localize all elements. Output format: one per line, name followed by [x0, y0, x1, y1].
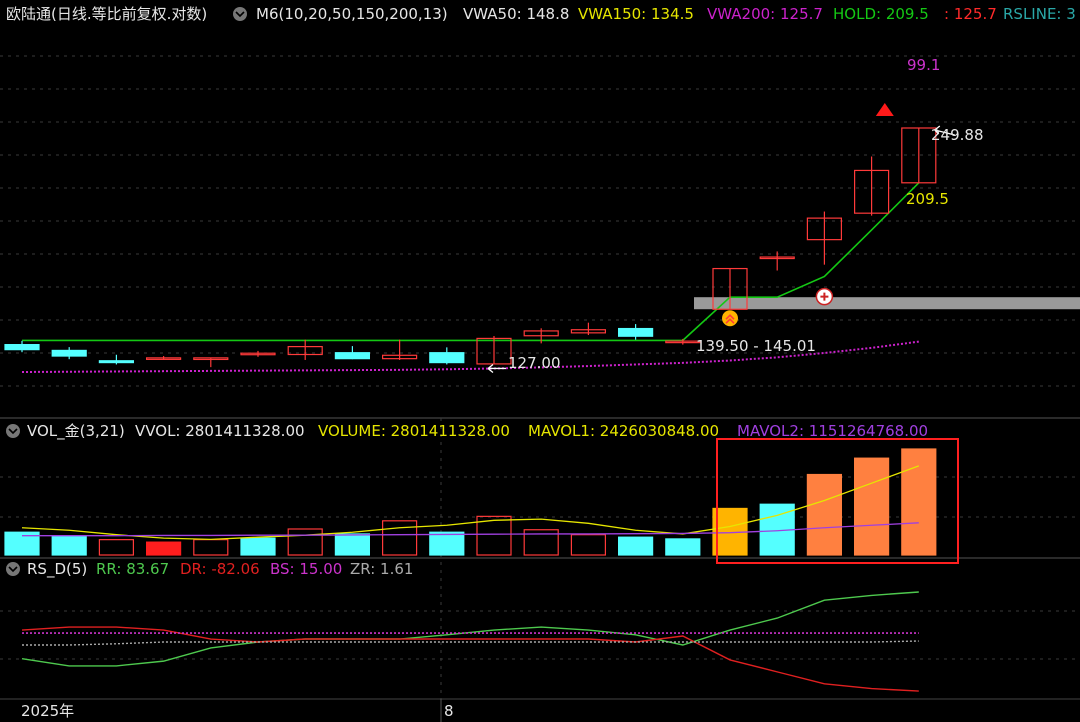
volume-bar: [193, 539, 229, 556]
volume-bar: [665, 538, 701, 556]
x-axis-label-year: 2025年: [21, 702, 74, 720]
zone-range-label: 139.50 - 145.01: [696, 337, 816, 355]
vwa50-value: VWA50: 148.8: [463, 5, 569, 23]
price-panel-header: 欧陆通(日线.等比前复权.对数) M6(10,20,50,150,200,13)…: [6, 5, 1076, 23]
rs-plot: [21, 591, 919, 692]
volume-bar: [146, 541, 182, 556]
grid-lines: [0, 55, 1080, 699]
volume-bar: [98, 539, 135, 556]
bs-value: BS: 15.00: [270, 560, 342, 578]
high-price-label: 249.88: [931, 126, 984, 144]
arrow-icon: [487, 363, 506, 373]
volume-bar: [570, 534, 607, 556]
low-price-label: 127.00: [508, 354, 561, 372]
dr-value: DR: -82.06: [180, 560, 260, 578]
candle-body: [4, 344, 40, 351]
price-plot: [4, 103, 1080, 373]
volume-bar: [853, 457, 890, 556]
volume-value: VOLUME: 2801411328.00: [318, 422, 510, 440]
rs-collapse-icon[interactable]: [6, 562, 20, 576]
candle-body: [98, 360, 135, 364]
x-axis-label-month: 8: [444, 702, 454, 720]
mavol2-value: MAVOL2: 1151264768.00: [737, 422, 928, 440]
volume-bar: [617, 536, 654, 556]
volume-panel-title: VOL_金(3,21): [27, 422, 125, 441]
support-zone-band: [694, 297, 1080, 310]
hold-price-label: 209.5: [906, 190, 949, 208]
rsline-value: RSLINE: 3: [1003, 5, 1076, 23]
volume-bar: [334, 533, 370, 556]
triangle-up-icon: [875, 103, 894, 116]
rs-panel-title: RS_D(5): [27, 560, 87, 579]
rs-rank-label: 99.1: [907, 56, 940, 74]
hold-line: [22, 182, 920, 342]
volume-plot: [4, 448, 937, 556]
collapse-toggle-icon[interactable]: [233, 7, 247, 21]
volume-bar: [382, 520, 418, 556]
vvol-value: VVOL: 2801411328.00: [135, 422, 305, 440]
vwa150-value: VWA150: 134.5: [578, 5, 694, 23]
candle-body: [51, 349, 87, 357]
candle-body: [429, 352, 465, 364]
zr-value: ZR: 1.61: [350, 560, 413, 578]
stock-chart-stage: 欧陆通(日线.等比前复权.对数) M6(10,20,50,150,200,13)…: [0, 5, 1080, 722]
candle-body: [617, 327, 654, 337]
volume-bar: [240, 537, 276, 556]
rs-panel-header: RS_D(5) RR: 83.67 DR: -82.06 BS: 15.00 Z…: [6, 560, 413, 579]
hold-low-value: : 125.7: [944, 5, 997, 23]
volume-bar: [429, 531, 465, 556]
volume-bar: [51, 535, 87, 556]
zr-line: [22, 640, 919, 646]
mavol1-value: MAVOL1: 2426030848.00: [528, 422, 719, 440]
hold-value: HOLD: 209.5: [833, 5, 929, 23]
volume-collapse-icon[interactable]: [6, 424, 20, 438]
volume-bar: [287, 528, 323, 556]
indicator-label: M6(10,20,50,150,200,13): [256, 5, 448, 23]
rr-value: RR: 83.67: [96, 560, 169, 578]
vwa200-value: VWA200: 125.7: [707, 5, 823, 23]
price-panel-title: 欧陆通(日线.等比前复权.对数): [6, 5, 207, 23]
volume-bar: [806, 473, 843, 556]
candle-body: [334, 352, 370, 360]
volume-bar: [901, 448, 937, 556]
